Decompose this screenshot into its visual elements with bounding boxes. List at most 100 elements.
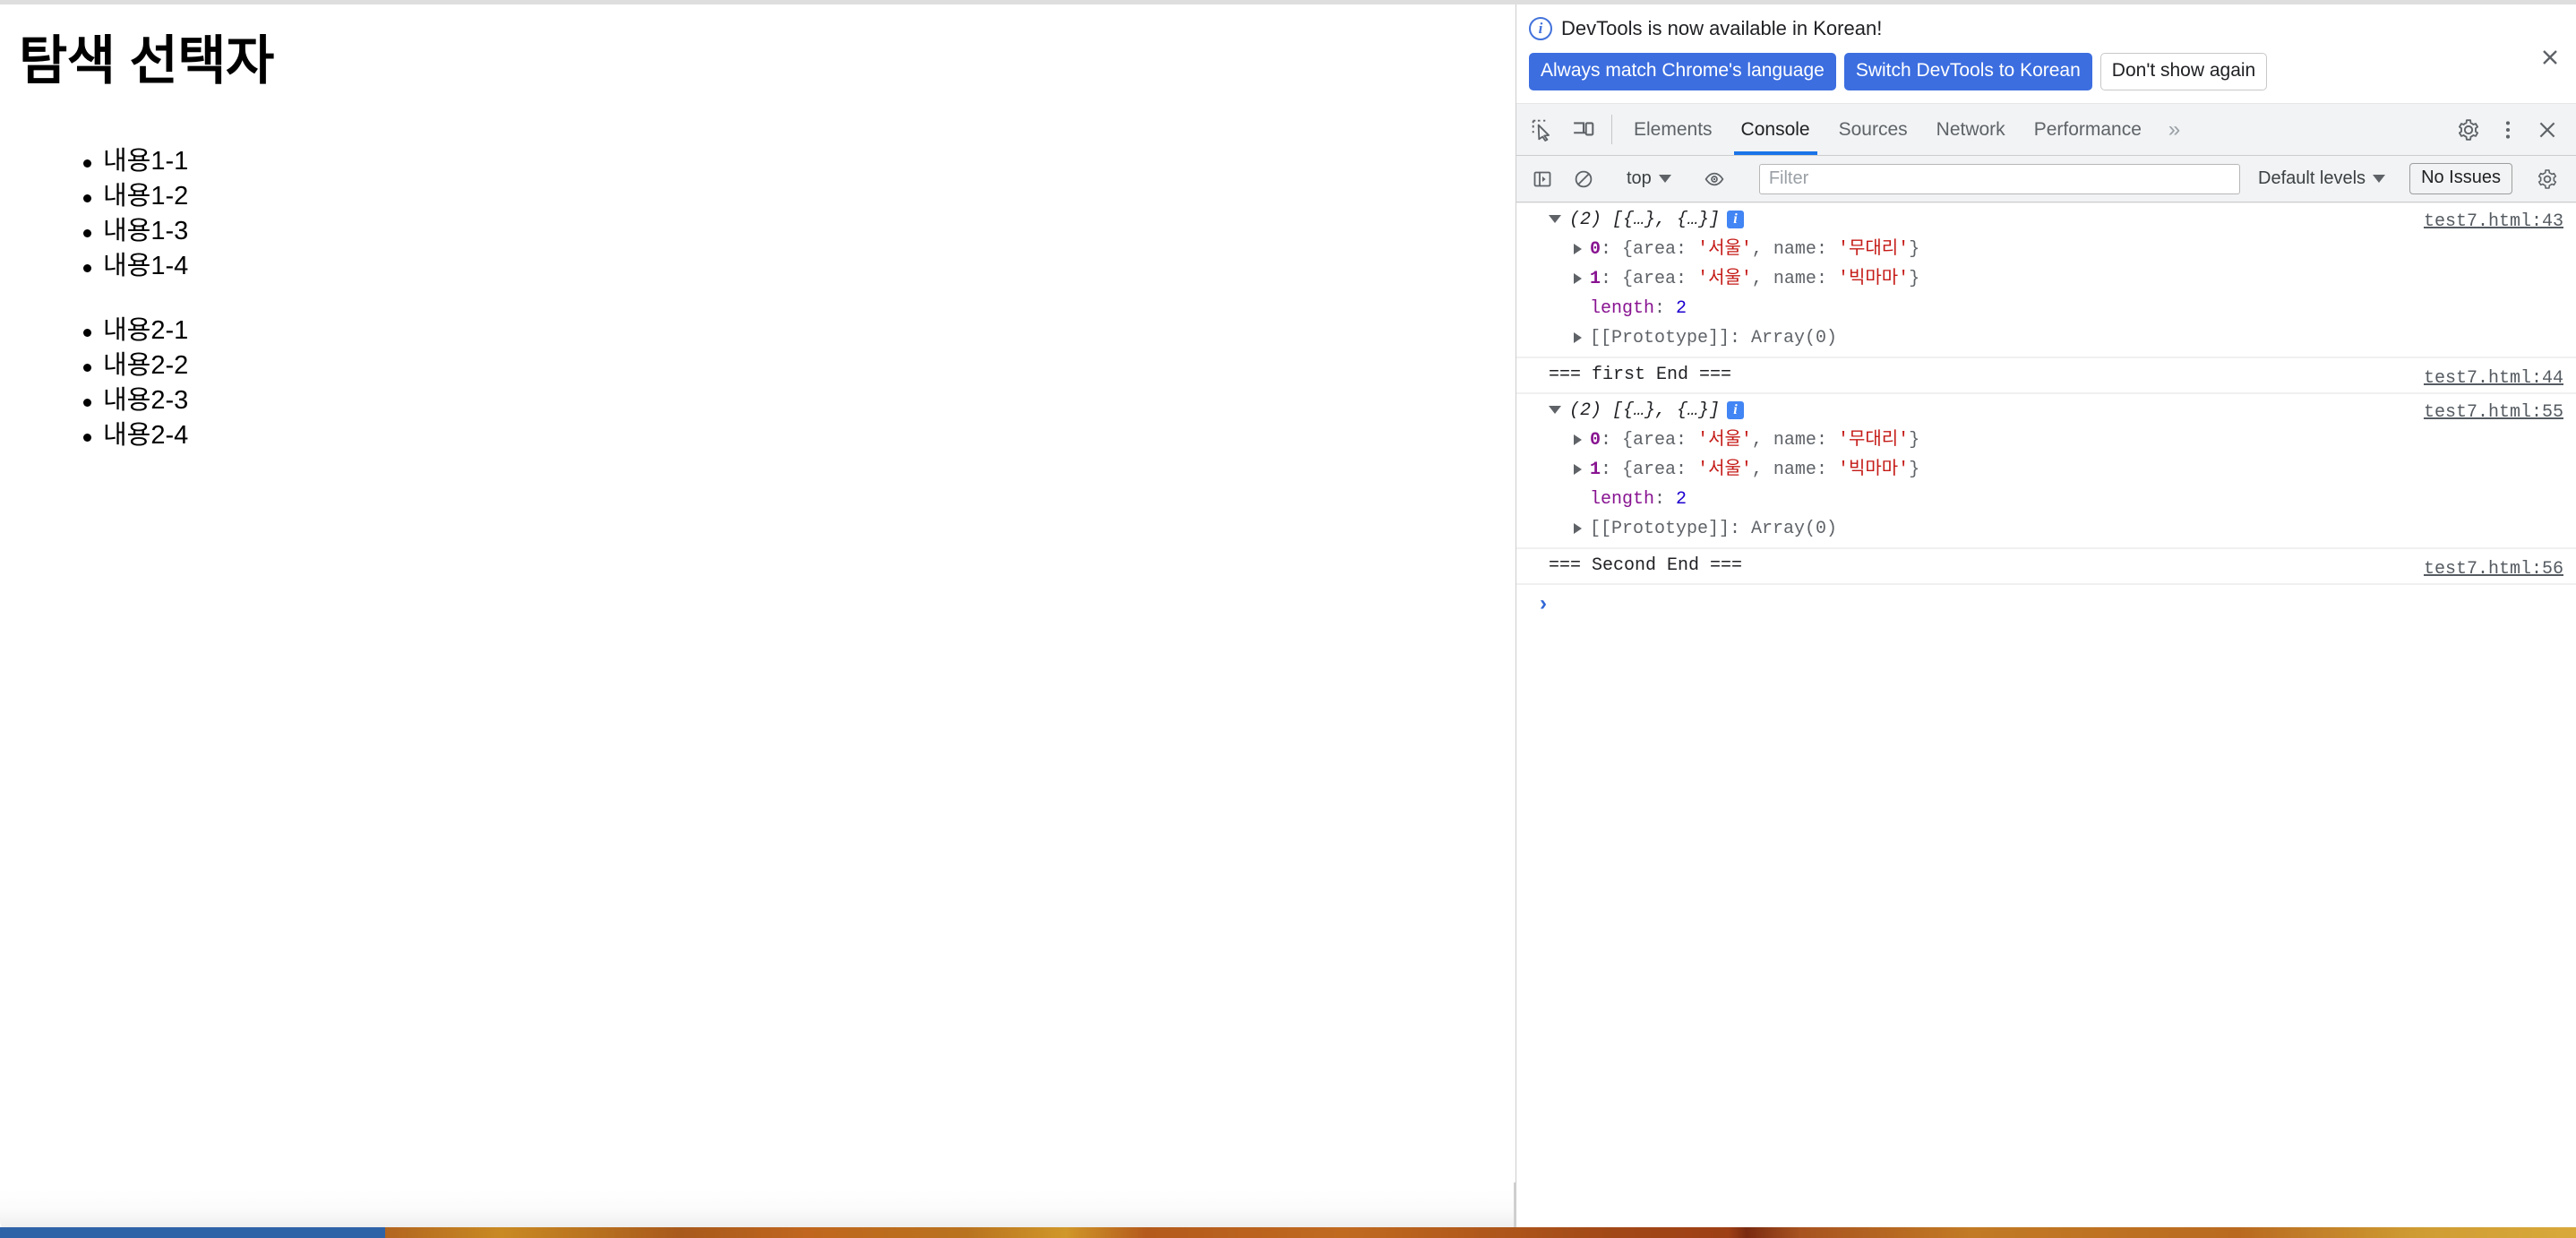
expand-triangle-right-icon[interactable] <box>1574 522 1582 534</box>
more-tabs-icon[interactable]: » <box>2156 104 2193 155</box>
close-devtools-icon[interactable] <box>2528 110 2567 150</box>
expand-triangle-right-icon[interactable] <box>1574 331 1582 343</box>
live-expression-eye-icon[interactable] <box>1694 168 1735 190</box>
tab-elements[interactable]: Elements <box>1619 104 1727 155</box>
prop-key-name: name <box>1773 239 1816 260</box>
tab-label: Performance <box>2033 118 2142 140</box>
devtools-panel: i DevTools is now available in Korean! A… <box>1516 4 2576 1238</box>
console-array-header-row[interactable]: (2) [{…}, {…}] i test7.html:55 <box>1516 396 2576 426</box>
devtools-tabbar: Elements Console Sources Network Perform… <box>1516 104 2576 156</box>
info-icon: i <box>1529 17 1552 40</box>
prototype-value: Array(0) <box>1751 519 1838 539</box>
console-array-entry-row[interactable]: 1: {area: '서울', name: '빅마마'} <box>1516 264 2576 294</box>
issues-button[interactable]: No Issues <box>2409 163 2512 194</box>
length-value: 2 <box>1676 489 1687 510</box>
console-prototype-row[interactable]: [[Prototype]]: Array(0) <box>1516 323 2576 353</box>
prop-value-area: 서울 <box>1708 430 1741 451</box>
prop-value-area: 서울 <box>1708 239 1741 260</box>
list-item: 내용2-4 <box>16 418 1514 453</box>
console-text-message[interactable]: === first End === test7.html:44 <box>1516 357 2576 393</box>
language-banner-message-row: i DevTools is now available in Korean! <box>1529 17 2562 40</box>
prop-key-area: area <box>1633 239 1677 260</box>
tab-label: Sources <box>1838 118 1908 140</box>
prompt-chevron-icon: › <box>1540 590 1547 615</box>
dont-show-again-button[interactable]: Don't show again <box>2099 53 2268 90</box>
more-vertical-icon[interactable] <box>2488 110 2528 150</box>
console-message-list[interactable]: (2) [{…}, {…}] i test7.html:43 0: {area: … <box>1516 202 2576 1228</box>
tab-sources[interactable]: Sources <box>1825 104 1922 155</box>
source-link[interactable]: test7.html:44 <box>2424 362 2563 396</box>
execution-context-select[interactable]: top <box>1619 168 1679 189</box>
list-group-2: 내용2-1 내용2-2 내용2-3 내용2-4 <box>16 314 1514 453</box>
console-sidebar-icon[interactable] <box>1522 168 1563 190</box>
list-item: 내용1-3 <box>16 214 1514 249</box>
gear-icon[interactable] <box>2449 110 2488 150</box>
tab-label: Network <box>1936 118 2005 140</box>
log-levels-label: Default levels <box>2258 168 2366 188</box>
console-array-group[interactable]: (2) [{…}, {…}] i test7.html:55 0: {area: … <box>1516 393 2576 548</box>
list-item: 내용1-2 <box>16 179 1514 214</box>
source-link[interactable]: test7.html:43 <box>2424 207 2563 236</box>
info-badge: i <box>1727 210 1745 228</box>
prop-value-name: 빅마마 <box>1848 460 1899 480</box>
expand-triangle-down-icon[interactable] <box>1549 215 1561 224</box>
console-text-message[interactable]: === Second End === test7.html:56 <box>1516 548 2576 584</box>
always-match-chrome-language-button[interactable]: Always match Chrome's language <box>1529 53 1836 90</box>
prototype-key: [[Prototype]] <box>1590 519 1730 539</box>
list-item: 내용2-3 <box>16 383 1514 418</box>
toolbar-divider <box>1611 115 1612 144</box>
source-link[interactable]: test7.html:56 <box>2424 553 2563 587</box>
prop-value-name: 무대리 <box>1848 430 1899 451</box>
prop-key-name: name <box>1773 430 1816 451</box>
console-array-group[interactable]: (2) [{…}, {…}] i test7.html:43 0: {area: … <box>1516 202 2576 357</box>
log-levels-select[interactable]: Default levels <box>2249 168 2394 189</box>
filter-input[interactable] <box>1758 163 2240 194</box>
page-content: 탐색 선택자 내용1-1 내용1-2 내용1-3 내용1-4 내용2-1 내용2… <box>0 4 1514 453</box>
console-array-entry-row[interactable]: 0: {area: '서울', name: '무대리'} <box>1516 235 2576 264</box>
info-badge: i <box>1727 400 1745 419</box>
console-length-row: length: 2 <box>1590 489 1687 510</box>
tab-label: Console <box>1740 118 1810 140</box>
length-value: 2 <box>1676 298 1687 319</box>
device-toolbar-icon[interactable] <box>1563 104 1604 155</box>
language-banner-actions: Always match Chrome's language Switch De… <box>1529 53 2562 90</box>
web-page-viewport: 탐색 선택자 내용1-1 내용1-2 내용1-3 내용1-4 내용2-1 내용2… <box>0 4 1514 1234</box>
prop-key-name: name <box>1773 269 1816 289</box>
list-item: 내용2-1 <box>16 314 1514 348</box>
tab-network[interactable]: Network <box>1922 104 2020 155</box>
tab-performance[interactable]: Performance <box>2020 104 2156 155</box>
entry-index: 1 <box>1590 460 1601 480</box>
panel-seam <box>1514 1182 1516 1227</box>
console-array-entry-row[interactable]: 0: {area: '서울', name: '무대리'} <box>1516 426 2576 455</box>
prop-key-area: area <box>1633 460 1677 480</box>
expand-triangle-right-icon[interactable] <box>1574 434 1582 445</box>
array-header-text: (2) [{…}, {…}] <box>1569 210 1721 230</box>
entry-index: 0 <box>1590 239 1601 260</box>
prop-value-name: 무대리 <box>1848 239 1899 260</box>
language-banner: i DevTools is now available in Korean! A… <box>1516 4 2576 104</box>
console-settings-gear-icon[interactable] <box>2528 159 2567 199</box>
desktop-background-strip <box>0 1182 2576 1238</box>
expand-triangle-right-icon[interactable] <box>1574 272 1582 284</box>
source-link[interactable]: test7.html:55 <box>2424 398 2563 427</box>
list-item: 내용1-1 <box>16 144 1514 179</box>
tab-label: Elements <box>1634 118 1713 140</box>
tab-console[interactable]: Console <box>1727 104 1825 155</box>
prototype-key: [[Prototype]] <box>1590 328 1730 348</box>
expand-triangle-right-icon[interactable] <box>1574 243 1582 254</box>
console-input-prompt[interactable]: › <box>1516 584 2576 622</box>
console-array-entry-row[interactable]: 1: {area: '서울', name: '빅마마'} <box>1516 455 2576 485</box>
console-prototype-row[interactable]: [[Prototype]]: Array(0) <box>1516 514 2576 544</box>
close-icon[interactable] <box>2537 44 2563 71</box>
chevron-down-icon <box>1658 175 1671 183</box>
inspect-element-icon[interactable] <box>1522 104 1563 155</box>
console-length-row: length: 2 <box>1590 298 1687 319</box>
list-item: 내용1-4 <box>16 249 1514 284</box>
expand-triangle-down-icon[interactable] <box>1549 406 1561 415</box>
entry-index: 1 <box>1590 269 1601 289</box>
switch-devtools-to-korean-button[interactable]: Switch DevTools to Korean <box>1843 53 2092 90</box>
expand-triangle-right-icon[interactable] <box>1574 463 1582 475</box>
clear-console-icon[interactable] <box>1563 168 1604 190</box>
console-array-header-row[interactable]: (2) [{…}, {…}] i test7.html:43 <box>1516 205 2576 235</box>
console-message-text: === Second End === <box>1549 555 1743 576</box>
